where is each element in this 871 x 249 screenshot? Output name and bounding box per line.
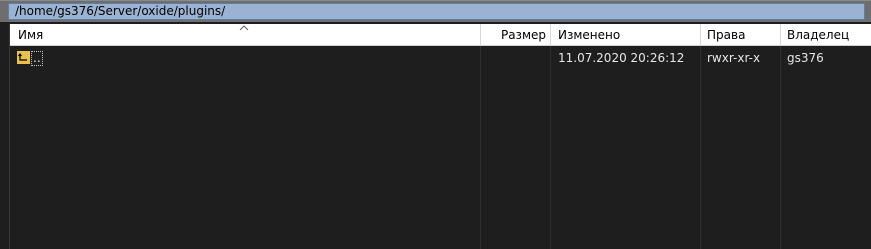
row-size bbox=[485, 48, 547, 68]
row-owner: gs376 bbox=[787, 51, 824, 65]
column-header-owner-label: Владелец bbox=[787, 28, 850, 42]
column-divider bbox=[700, 46, 701, 249]
row-rights: rwxr-xr-x bbox=[707, 51, 761, 65]
column-header-size-label: Размер bbox=[500, 28, 546, 42]
column-header-owner[interactable]: Владелец bbox=[781, 24, 871, 46]
column-divider bbox=[480, 46, 481, 249]
path-bar: /home/gs376/Server/oxide/plugins/ bbox=[0, 0, 871, 22]
column-header-size[interactable]: Размер bbox=[481, 24, 551, 46]
parent-directory-icon bbox=[17, 51, 30, 64]
row-modified: 11.07.2020 20:26:12 bbox=[558, 51, 685, 65]
file-list[interactable]: Имя Размер Изменено Права Владелец .. 11… bbox=[9, 24, 871, 249]
column-header-name-label: Имя bbox=[18, 28, 44, 42]
column-header-row: Имя Размер Изменено Права Владелец bbox=[10, 24, 871, 46]
column-divider bbox=[780, 46, 781, 249]
column-divider bbox=[550, 46, 551, 249]
file-panel: /home/gs376/Server/oxide/plugins/ Имя Ра… bbox=[0, 0, 871, 249]
column-header-modified[interactable]: Изменено bbox=[551, 24, 701, 46]
row-name-label: .. bbox=[31, 51, 43, 66]
table-row[interactable]: .. 11.07.2020 20:26:12 rwxr-xr-x gs376 bbox=[10, 48, 871, 68]
column-header-modified-label: Изменено bbox=[558, 28, 621, 42]
row-name: .. bbox=[31, 48, 43, 68]
path-field[interactable]: /home/gs376/Server/oxide/plugins/ bbox=[8, 3, 865, 20]
column-header-rights-label: Права bbox=[707, 28, 746, 42]
sort-ascending-icon bbox=[239, 25, 249, 31]
column-header-rights[interactable]: Права bbox=[701, 24, 781, 46]
